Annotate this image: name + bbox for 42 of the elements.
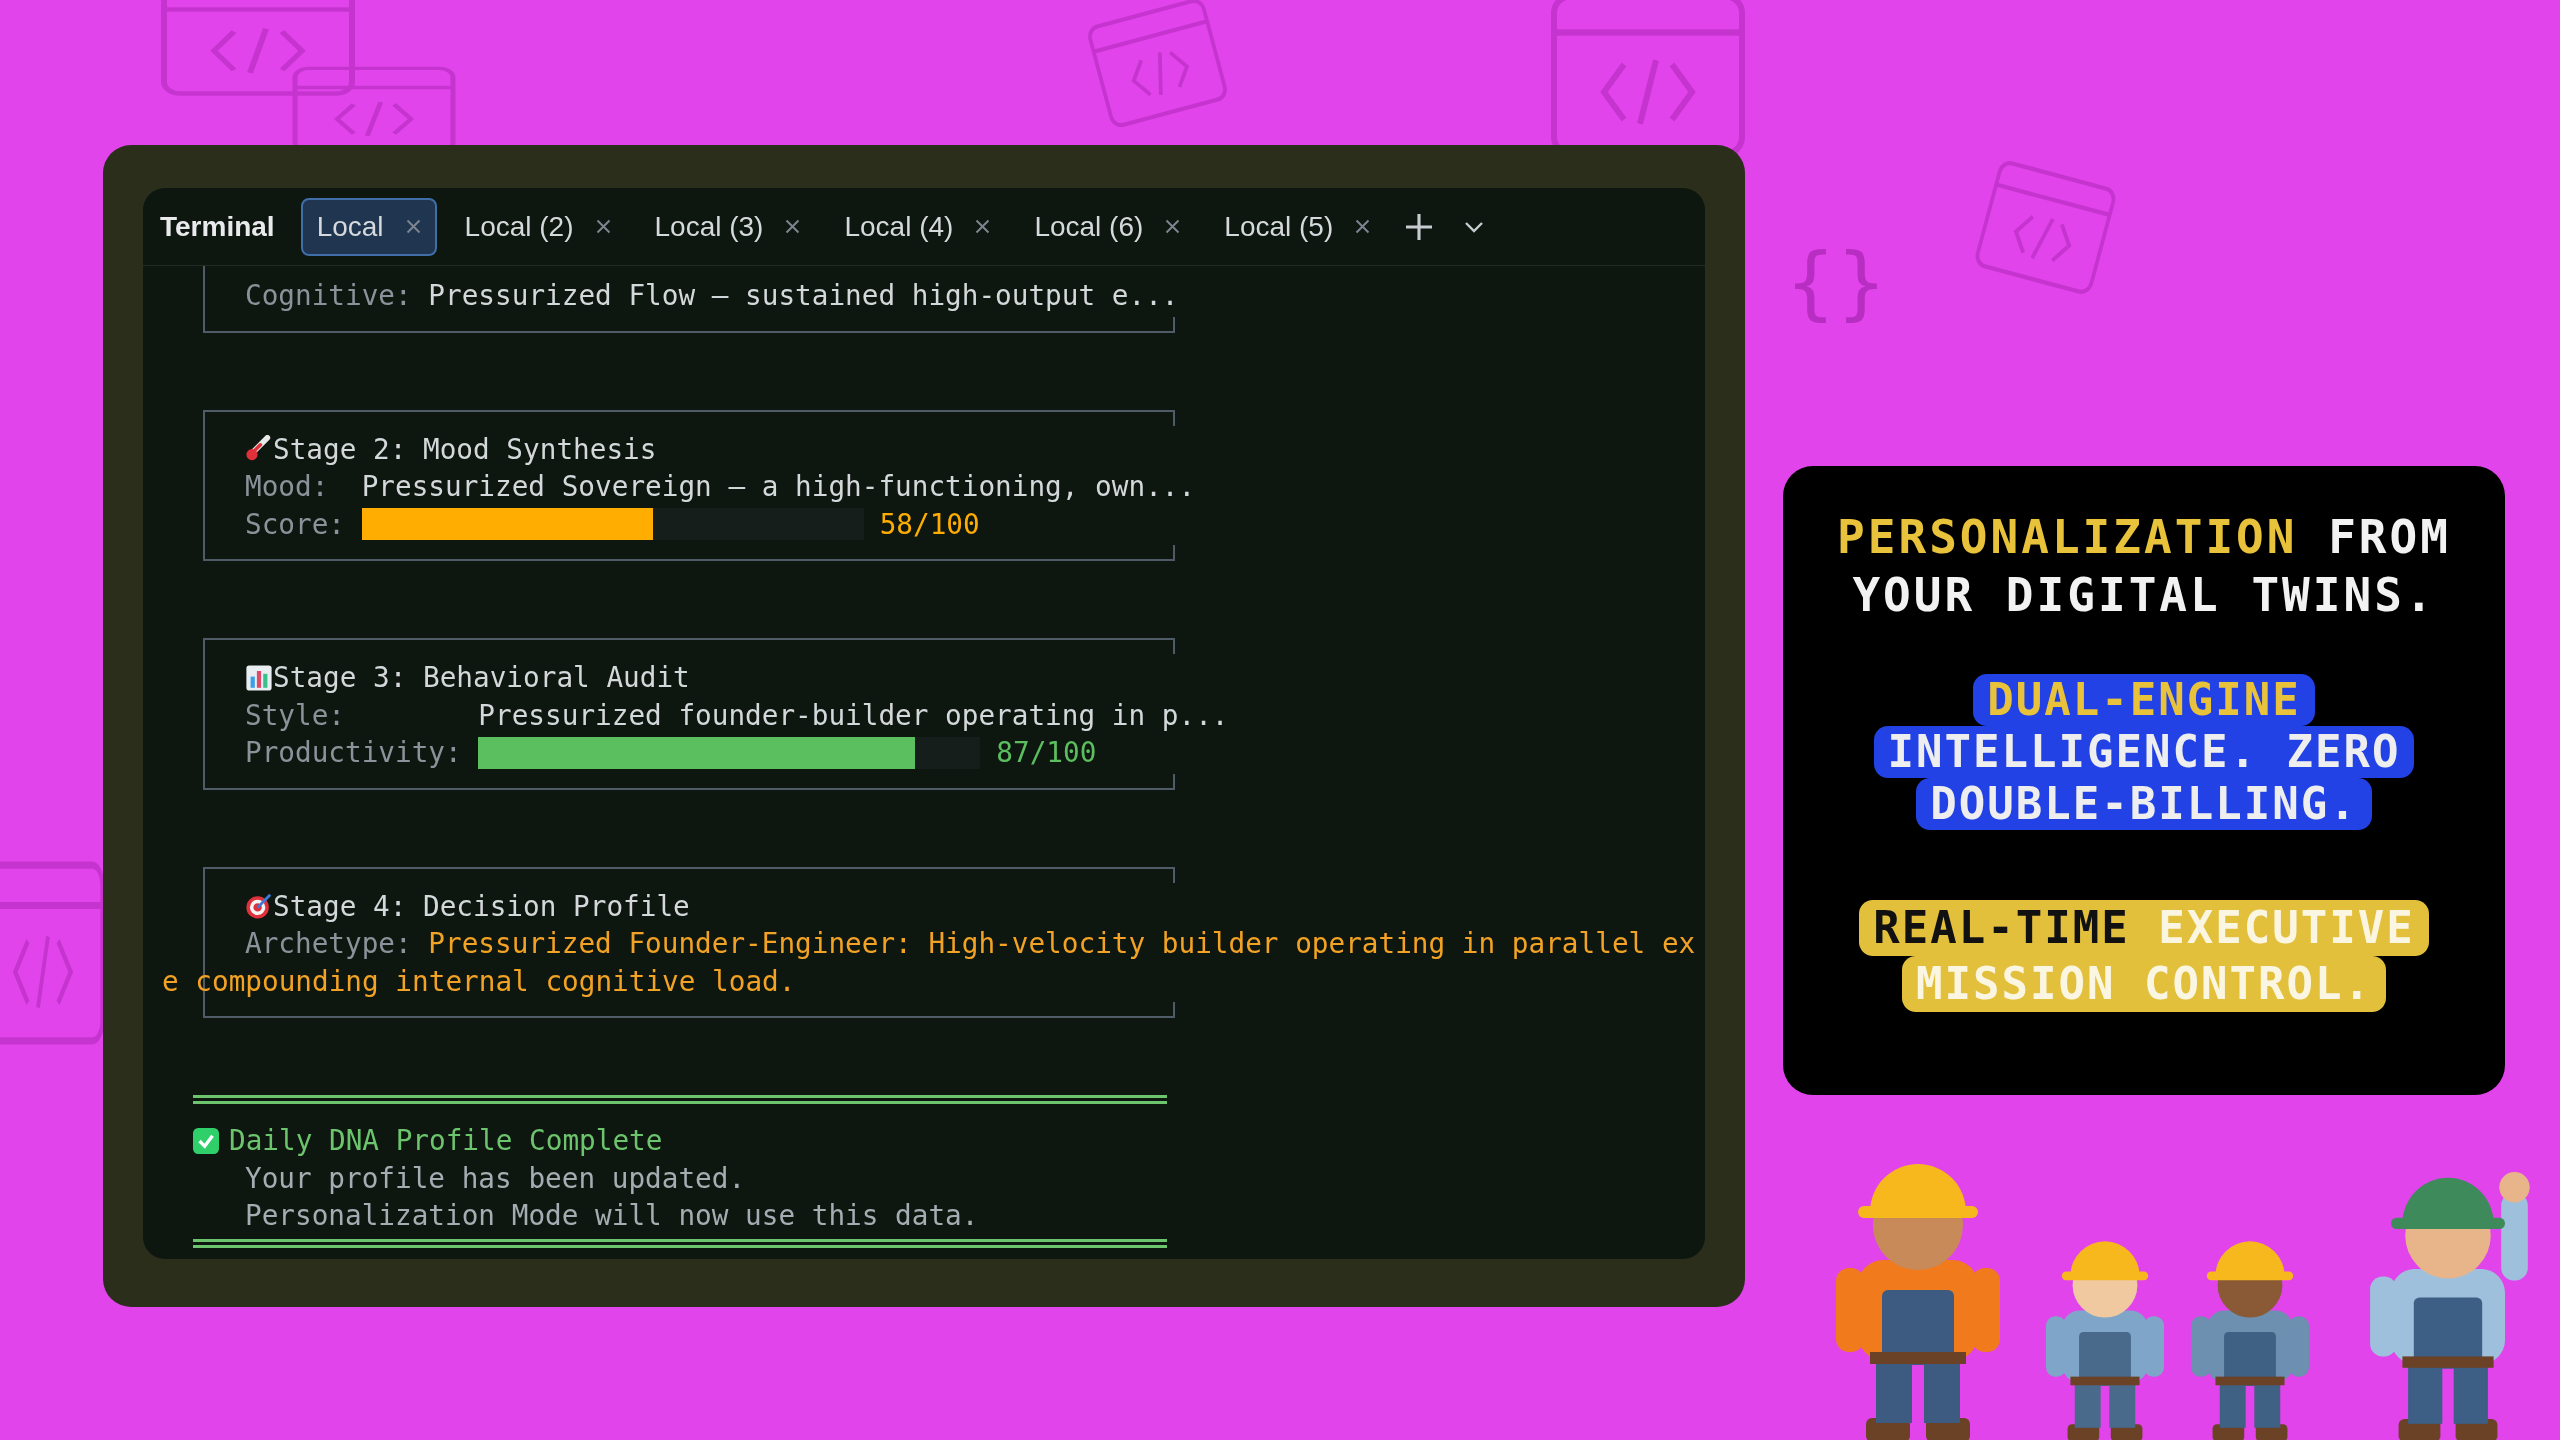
close-icon[interactable] <box>595 219 611 234</box>
completion-message: Personalization Mode will now use this data. <box>244 1198 980 1234</box>
close-icon[interactable] <box>1355 219 1371 234</box>
target-icon <box>245 892 273 921</box>
tab[interactable]: Local <box>300 197 437 256</box>
tab[interactable]: Local (3) <box>638 197 817 256</box>
field-label: Style: <box>245 697 347 734</box>
add-icon[interactable] <box>1406 213 1433 240</box>
score-reading: 58/100 <box>879 506 980 543</box>
promo-headline: PERSONALIZATION FROM YOUR DIGITAL TWINS. <box>1836 509 2452 624</box>
chevron-down-icon[interactable] <box>1464 220 1485 233</box>
tab[interactable]: Local (4) <box>828 197 1007 256</box>
tab[interactable]: Local (5) <box>1208 197 1387 256</box>
field-label: Mood: <box>245 469 330 505</box>
tab[interactable]: Local (6) <box>1018 197 1197 256</box>
field-value: Pressurized Flow — sustained high-output e... <box>428 278 1179 314</box>
terminal-title: Terminal <box>160 210 275 243</box>
field-label: Score: <box>245 506 347 543</box>
field-value: Pressurized Founder-Engineer: High-velocity builder operating in parallel ex <box>428 926 1696 962</box>
tagline-line: DUAL-ENGINE <box>1973 674 2315 726</box>
code-window-icon <box>158 0 358 98</box>
close-icon[interactable] <box>405 219 421 234</box>
field-value: Pressurized founder-builder operating in p... <box>478 697 1229 734</box>
completion-title: Daily DNA Profile Complete <box>229 1123 663 1159</box>
tagline-line: DOUBLE-BILLING. <box>1916 778 2372 830</box>
bar-chart-icon <box>245 663 273 692</box>
score-reading: 87/100 <box>996 735 1097 771</box>
close-icon[interactable] <box>975 219 991 234</box>
field-label: Archetype: <box>245 926 413 962</box>
field-label: Cognitive: <box>245 278 413 314</box>
field-value: e compounding internal cognitive load. <box>162 963 797 1000</box>
close-icon[interactable] <box>1165 219 1181 234</box>
field-label: Productivity: <box>245 735 463 771</box>
stage-title: Stage 2: Mood Synthesis <box>273 431 657 468</box>
close-icon[interactable] <box>785 219 801 234</box>
stage-title: Stage 3: Behavioral Audit <box>273 660 690 696</box>
tab[interactable]: Local (2) <box>448 197 627 256</box>
braces-symbol: {} <box>1785 236 1887 329</box>
completion-message: Your profile has been updated. <box>244 1160 747 1197</box>
stage-title: Stage 4: Decision Profile <box>273 888 690 925</box>
tagline-line: INTELLIGENCE. ZERO <box>1873 726 2415 778</box>
field-value: Pressurized Sovereign — a high-functioning, own... <box>361 469 1196 505</box>
